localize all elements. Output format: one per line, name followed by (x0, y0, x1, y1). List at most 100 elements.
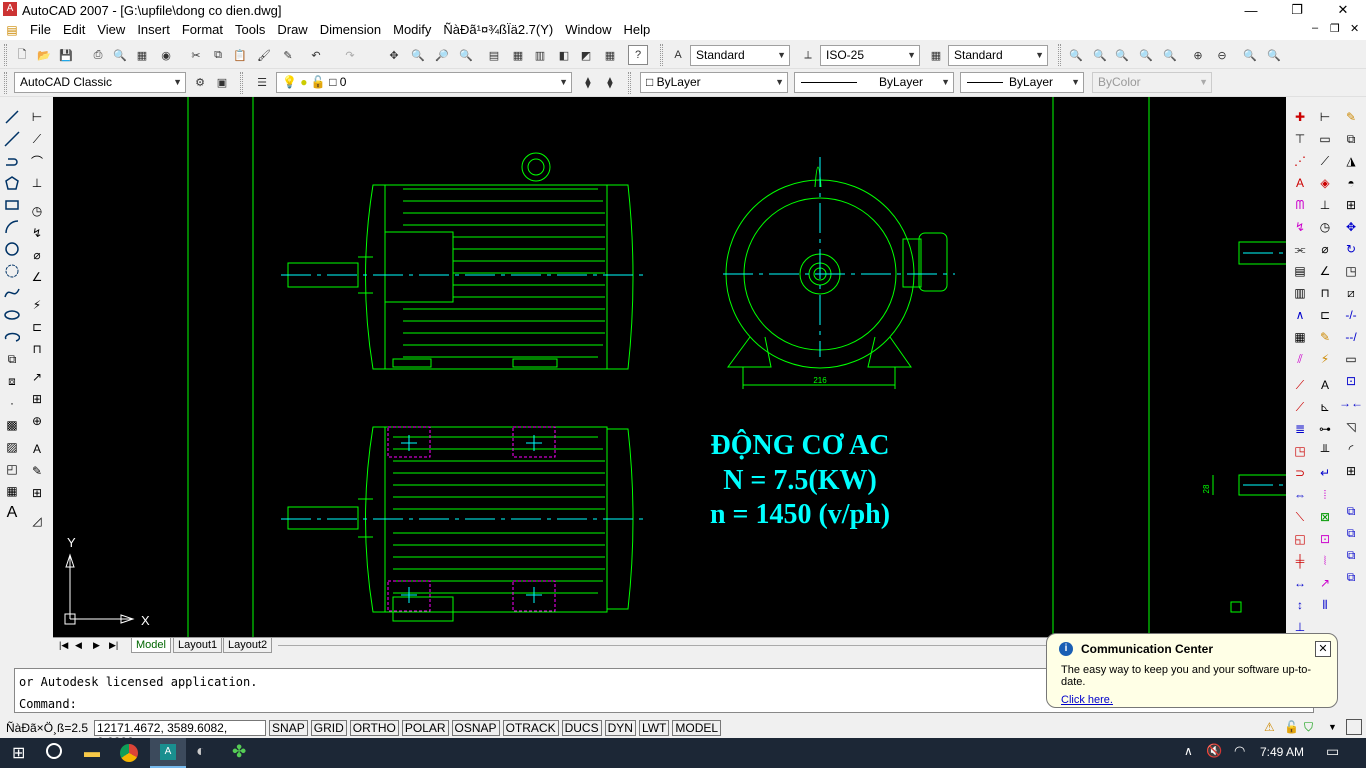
dim-style-icon[interactable]: ⟂ (798, 45, 818, 65)
otrack-toggle[interactable]: OTRACK (502, 720, 559, 736)
linetype-select[interactable]: ByLayer ▼ (794, 72, 954, 93)
doc-minimize-button[interactable]: – (1312, 22, 1318, 34)
save-icon[interactable]: 💾 (56, 45, 76, 65)
zoom-out-icon[interactable]: ⊖ (1212, 45, 1232, 65)
continue-dim-icon[interactable]: ⊓ (26, 338, 48, 360)
modify-extend-icon[interactable]: --/ (1340, 326, 1362, 348)
dim-baseline-icon[interactable]: ⊓ (1314, 282, 1336, 304)
layer-properties-icon[interactable]: ☰ (252, 72, 272, 92)
menu-window[interactable]: Window (559, 20, 617, 40)
wifi-icon[interactable]: ◠ (1234, 743, 1245, 759)
snap-toggle[interactable]: SNAP (269, 720, 308, 736)
chrome-icon[interactable] (120, 744, 138, 762)
plotstyle-select[interactable]: ByColor ▼ (1092, 72, 1212, 93)
polyline-icon[interactable] (1, 150, 23, 172)
copy-object-icon[interactable]: ⊤ (1289, 128, 1311, 150)
dim-box-icon[interactable]: ▭ (1314, 128, 1336, 150)
modify-trim-icon[interactable]: -/- (1340, 304, 1362, 326)
modify-copy-icon[interactable]: ⧉ (1340, 128, 1362, 150)
modify-offset-icon[interactable]: ◓ (1340, 172, 1362, 194)
windows-start-icon[interactable]: ⊞ (12, 743, 25, 763)
make-layer-current-icon[interactable]: ⧫ (578, 72, 598, 92)
menu-tools[interactable]: Tools (229, 20, 271, 40)
diameter-dim-icon[interactable]: ⌀ (26, 244, 48, 266)
chamfer-icon[interactable]: ⟋ (1289, 396, 1311, 418)
3dwf-icon[interactable]: ◉ (156, 45, 176, 65)
quick-dim-icon[interactable]: ⚡ (26, 294, 48, 316)
toolbar-grip[interactable] (660, 44, 663, 66)
dim-jog-icon[interactable]: ⊡ (1314, 528, 1336, 550)
gradient-icon[interactable]: ▨ (1, 436, 23, 458)
dim-inspect-icon[interactable]: ⦚ (1314, 550, 1336, 572)
minimize-button[interactable]: — (1228, 0, 1274, 20)
dim-reassoc-icon[interactable]: ↗ (1314, 572, 1336, 594)
coordinate-readout[interactable]: 12171.4672, 3589.6082, 0.0000 (94, 720, 267, 749)
zoom-previous-icon[interactable]: 🔍 (456, 45, 476, 65)
zoom-scale-icon[interactable]: 🔍 (1112, 45, 1132, 65)
modify-explode-icon[interactable]: ⊞ (1340, 460, 1362, 482)
ducs-toggle[interactable]: DUCS (561, 720, 602, 736)
modify-erase-icon[interactable]: ✎ (1340, 106, 1362, 128)
tab-first-icon[interactable]: |◀ (55, 638, 72, 653)
clock[interactable]: 7:49 AM (1260, 745, 1304, 759)
modify-array-icon[interactable]: ⊞ (1340, 194, 1362, 216)
zoom-all-icon[interactable]: 🔍 (1240, 45, 1260, 65)
dim-style-select[interactable]: ISO-25 ▼ (820, 45, 920, 66)
close-button[interactable]: ✕ (1320, 0, 1366, 20)
zoom-realtime-icon[interactable]: 🔍 (408, 45, 428, 65)
modify-mirror-icon[interactable]: ◮ (1340, 150, 1362, 172)
workspace-settings-icon[interactable]: ⚙ (190, 72, 210, 92)
text-style-icon[interactable]: A (668, 45, 688, 65)
balloon-close-button[interactable]: ✕ (1315, 641, 1331, 657)
doc-restore-button[interactable]: ❐ (1330, 22, 1340, 35)
quick-leader-icon[interactable]: ↗ (26, 366, 48, 388)
dim-tol-icon[interactable]: ╨ (1314, 440, 1336, 462)
erase-icon[interactable]: ✚ (1289, 106, 1311, 128)
cortana-icon[interactable] (46, 743, 62, 759)
dyn-toggle[interactable]: DYN (604, 720, 636, 736)
ellipse-arc-icon[interactable] (1, 326, 23, 348)
tab-prev-icon[interactable]: ◀ (71, 638, 86, 653)
match-properties-icon[interactable]: 🖌 (254, 45, 274, 65)
dim-leader-icon[interactable]: ✎ (1314, 326, 1336, 348)
notifications-icon[interactable]: ▭ (1326, 743, 1339, 760)
lwt-toggle[interactable]: LWT (638, 720, 670, 736)
tab-last-icon[interactable]: ▶| (105, 638, 122, 653)
dim-aligned-icon[interactable]: ⟋ (1314, 150, 1336, 172)
paste-icon[interactable]: 📋 (230, 45, 250, 65)
layout-vp2-icon[interactable]: ⧉ (1340, 522, 1362, 544)
modify-break-point-icon[interactable]: ▭ (1340, 348, 1362, 370)
menu-dimension[interactable]: Dimension (314, 20, 387, 40)
drawing-canvas[interactable]: 216 28 Y X ĐỘNG CƠ AC N = 7.5(KW) n = 14… (53, 97, 1286, 637)
modify-break-icon[interactable]: ⊡ (1340, 370, 1362, 392)
jogged-dim-icon[interactable]: ↯ (26, 222, 48, 244)
lock-tray-icon[interactable]: 🔓 (1284, 720, 1299, 734)
workspace-select[interactable]: AutoCAD Classic ▼ (14, 72, 186, 93)
mirror-icon[interactable]: ⋰ (1289, 150, 1311, 172)
trim-icon[interactable]: ∧ (1289, 304, 1311, 326)
polar-toggle[interactable]: POLAR (401, 720, 449, 736)
layout-vp4-icon[interactable]: ⧉ (1340, 566, 1362, 588)
volume-icon[interactable]: 🔇 (1206, 743, 1222, 759)
copy-icon[interactable]: ⧉ (208, 45, 228, 65)
dim-ordinate-icon[interactable]: ⊥ (1314, 194, 1336, 216)
dim-update-icon[interactable]: ⦀ (1314, 594, 1336, 616)
dim-radius-icon[interactable]: ◷ (1314, 216, 1336, 238)
layout-vp1-icon[interactable]: ⧉ (1340, 500, 1362, 522)
plot-icon[interactable]: ⎙ (88, 45, 108, 65)
markup-icon[interactable]: ◩ (576, 45, 596, 65)
menu-help[interactable]: Help (618, 20, 657, 40)
my-workspace-icon[interactable]: ▣ (212, 72, 232, 92)
modify-move-icon[interactable]: ✥ (1340, 216, 1362, 238)
diagonal-tool-icon[interactable]: ⟍ (1289, 506, 1311, 528)
grid-toggle[interactable]: GRID (310, 720, 347, 736)
toolbar-grip[interactable] (4, 44, 7, 66)
layer-previous-icon[interactable]: ⧫ (600, 72, 620, 92)
menu-modify[interactable]: Modify (387, 20, 437, 40)
plot-preview-icon[interactable]: 🔍 (110, 45, 130, 65)
text-style-select[interactable]: Standard ▼ (690, 45, 790, 66)
modify-fillet-icon[interactable]: ◜ (1340, 438, 1362, 460)
tab-layout1[interactable]: Layout1 (173, 638, 223, 653)
autocad-app-icon[interactable]: A (3, 2, 17, 16)
arc-icon[interactable] (1, 216, 23, 238)
